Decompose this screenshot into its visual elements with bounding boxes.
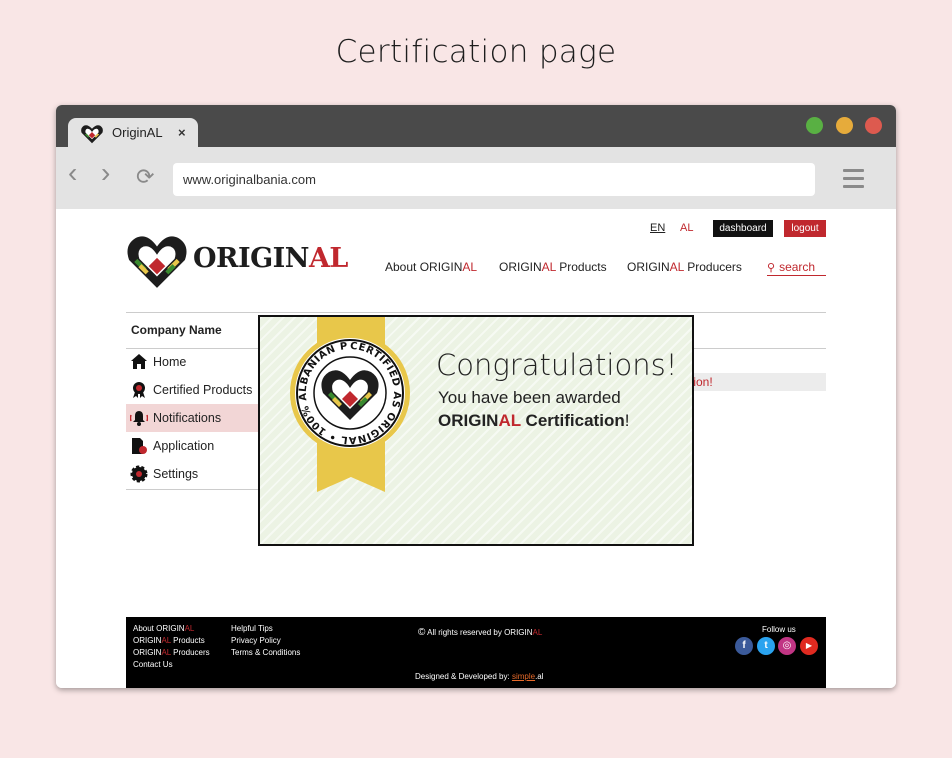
forward-icon[interactable]: › <box>101 159 110 187</box>
nav-producers-red: AL <box>669 260 684 274</box>
window-minimize-button[interactable] <box>836 117 853 134</box>
tab-logo-icon <box>81 125 103 144</box>
award-icon <box>133 382 145 398</box>
gear-icon <box>130 465 148 483</box>
divider <box>126 489 266 490</box>
facebook-icon[interactable]: f <box>735 637 753 655</box>
copyright-text: All rights reserved by ORIGIN <box>427 628 533 637</box>
search-label: search <box>779 260 816 274</box>
tab-title: OriginAL <box>112 125 163 140</box>
logout-button[interactable]: logout <box>784 220 826 237</box>
brand-red-text: AL <box>308 243 348 274</box>
lang-en-link[interactable]: EN <box>650 222 665 234</box>
browser-toolbar: ‹ › ⟳ www.originalbania.com <box>56 147 896 209</box>
footer-link-text: ORIGIN <box>133 648 162 657</box>
sidebar-item-home[interactable]: Home <box>126 348 266 376</box>
nav-products-prefix: ORIGIN <box>499 260 542 274</box>
footer-contact-link[interactable]: Contact Us <box>133 660 173 669</box>
window-close-button[interactable] <box>865 117 882 134</box>
brand-wordmark[interactable]: ORIGINAL <box>193 243 348 274</box>
nav-products-link[interactable]: ORIGINAL Products <box>499 260 607 274</box>
copyright-red: AL <box>532 628 543 637</box>
footer-link-red: AL <box>161 648 171 657</box>
browser-menu-icon[interactable] <box>843 169 864 193</box>
modal-title: Congratulations! <box>436 348 678 382</box>
footer-link-red: AL <box>161 636 171 645</box>
tab-close-icon[interactable]: × <box>178 125 186 140</box>
document-icon <box>132 438 147 454</box>
nav-producers-link[interactable]: ORIGINAL Producers <box>627 260 742 274</box>
sidebar-item-notifications[interactable]: Notifications <box>126 404 266 432</box>
cert-dark-text: ORIGIN <box>438 411 499 430</box>
site-logo-icon[interactable] <box>126 233 188 289</box>
modal-certification-line: ORIGINAL Certification! <box>438 411 629 431</box>
sidebar-item-label: Application <box>153 439 215 453</box>
footer-products-link[interactable]: ORIGINAL Products <box>133 636 205 645</box>
site-footer: About ORIGINAL ORIGINAL Products ORIGINA… <box>126 617 826 688</box>
youtube-icon[interactable]: ▶ <box>800 637 818 655</box>
sidebar-item-label: Notifications <box>153 411 222 425</box>
divider <box>126 312 826 313</box>
browser-titlebar: OriginAL × <box>56 105 896 148</box>
sidebar-item-label: Certified Products <box>153 383 253 397</box>
cert-red-text: AL <box>498 411 521 430</box>
modal-line1: You have been awarded <box>438 388 621 407</box>
certification-seal-icon: CERTIFIED AS ORIGINAL • 100% ALBANIAN PR… <box>288 331 410 453</box>
twitter-icon[interactable]: t <box>757 637 775 655</box>
dashboard-button[interactable]: dashboard <box>713 220 773 237</box>
brand-dark-text: ORIGIN <box>193 243 309 274</box>
nav-producers-suffix: Producers <box>683 260 742 274</box>
footer-link-red: AL <box>184 624 195 633</box>
footer-terms-link[interactable]: Terms & Conditions <box>231 648 300 657</box>
sidebar-item-certified-products[interactable]: Certified Products <box>126 376 266 404</box>
nav-about-link[interactable]: About ORIGINAL <box>385 260 477 274</box>
footer-designed-by: Designed & Developed by: simple.al <box>415 672 544 681</box>
search-link[interactable]: ⚲ search <box>767 260 826 276</box>
window-maximize-button[interactable] <box>806 117 823 134</box>
footer-privacy-link[interactable]: Privacy Policy <box>231 636 281 645</box>
address-bar[interactable]: www.originalbania.com <box>173 163 815 196</box>
footer-link-suffix: Products <box>170 636 205 645</box>
copyright-icon: © <box>418 627 426 638</box>
footer-link-text: Contact Us <box>133 660 173 669</box>
footer-producers-link[interactable]: ORIGINAL Producers <box>133 648 210 657</box>
footer-about-link[interactable]: About ORIGINAL <box>133 624 194 633</box>
nav-products-red: AL <box>541 260 556 274</box>
nav-about-prefix: About ORIGIN <box>385 260 463 274</box>
footer-copyright: © All rights reserved by ORIGINAL <box>418 627 542 638</box>
nav-producers-prefix: ORIGIN <box>627 260 670 274</box>
cert-suffix-text: Certification <box>520 411 625 430</box>
footer-helpful-tips-link[interactable]: Helpful Tips <box>231 624 273 633</box>
page-content: EN AL dashboard logout ORIGINAL About OR… <box>56 209 896 688</box>
designed-suffix: .al <box>535 672 544 681</box>
nav-about-red: AL <box>462 260 478 274</box>
instagram-icon[interactable]: ◎ <box>778 637 796 655</box>
back-icon[interactable]: ‹ <box>68 159 77 187</box>
designer-link[interactable]: simple <box>512 672 535 681</box>
bell-icon <box>130 411 148 426</box>
sidebar-item-label: Settings <box>153 467 199 481</box>
nav-products-suffix: Products <box>555 260 607 274</box>
footer-link-text: About ORIGIN <box>133 624 185 633</box>
designed-text: Designed & Developed by: <box>415 672 512 681</box>
sidebar-item-label: Home <box>153 355 187 369</box>
footer-link-suffix: Producers <box>170 648 210 657</box>
home-icon <box>131 354 147 369</box>
sidebar-item-application[interactable]: Application <box>126 432 266 460</box>
sidebar-item-settings[interactable]: Settings <box>126 460 266 488</box>
reload-icon[interactable]: ⟳ <box>136 166 154 188</box>
browser-window: OriginAL × ‹ › ⟳ www.originalbania.com E… <box>56 105 896 688</box>
search-icon: ⚲ <box>767 262 776 274</box>
footer-follow-label: Follow us <box>762 625 796 634</box>
certification-modal[interactable]: CERTIFIED AS ORIGINAL • 100% ALBANIAN PR… <box>258 315 694 546</box>
footer-link-text: ORIGIN <box>133 636 162 645</box>
cert-end-text: ! <box>624 411 630 430</box>
browser-tab[interactable]: OriginAL × <box>68 118 198 148</box>
page-heading: Certification page <box>335 34 617 70</box>
lang-al-link[interactable]: AL <box>680 222 693 234</box>
company-name: Company Name <box>131 323 222 337</box>
